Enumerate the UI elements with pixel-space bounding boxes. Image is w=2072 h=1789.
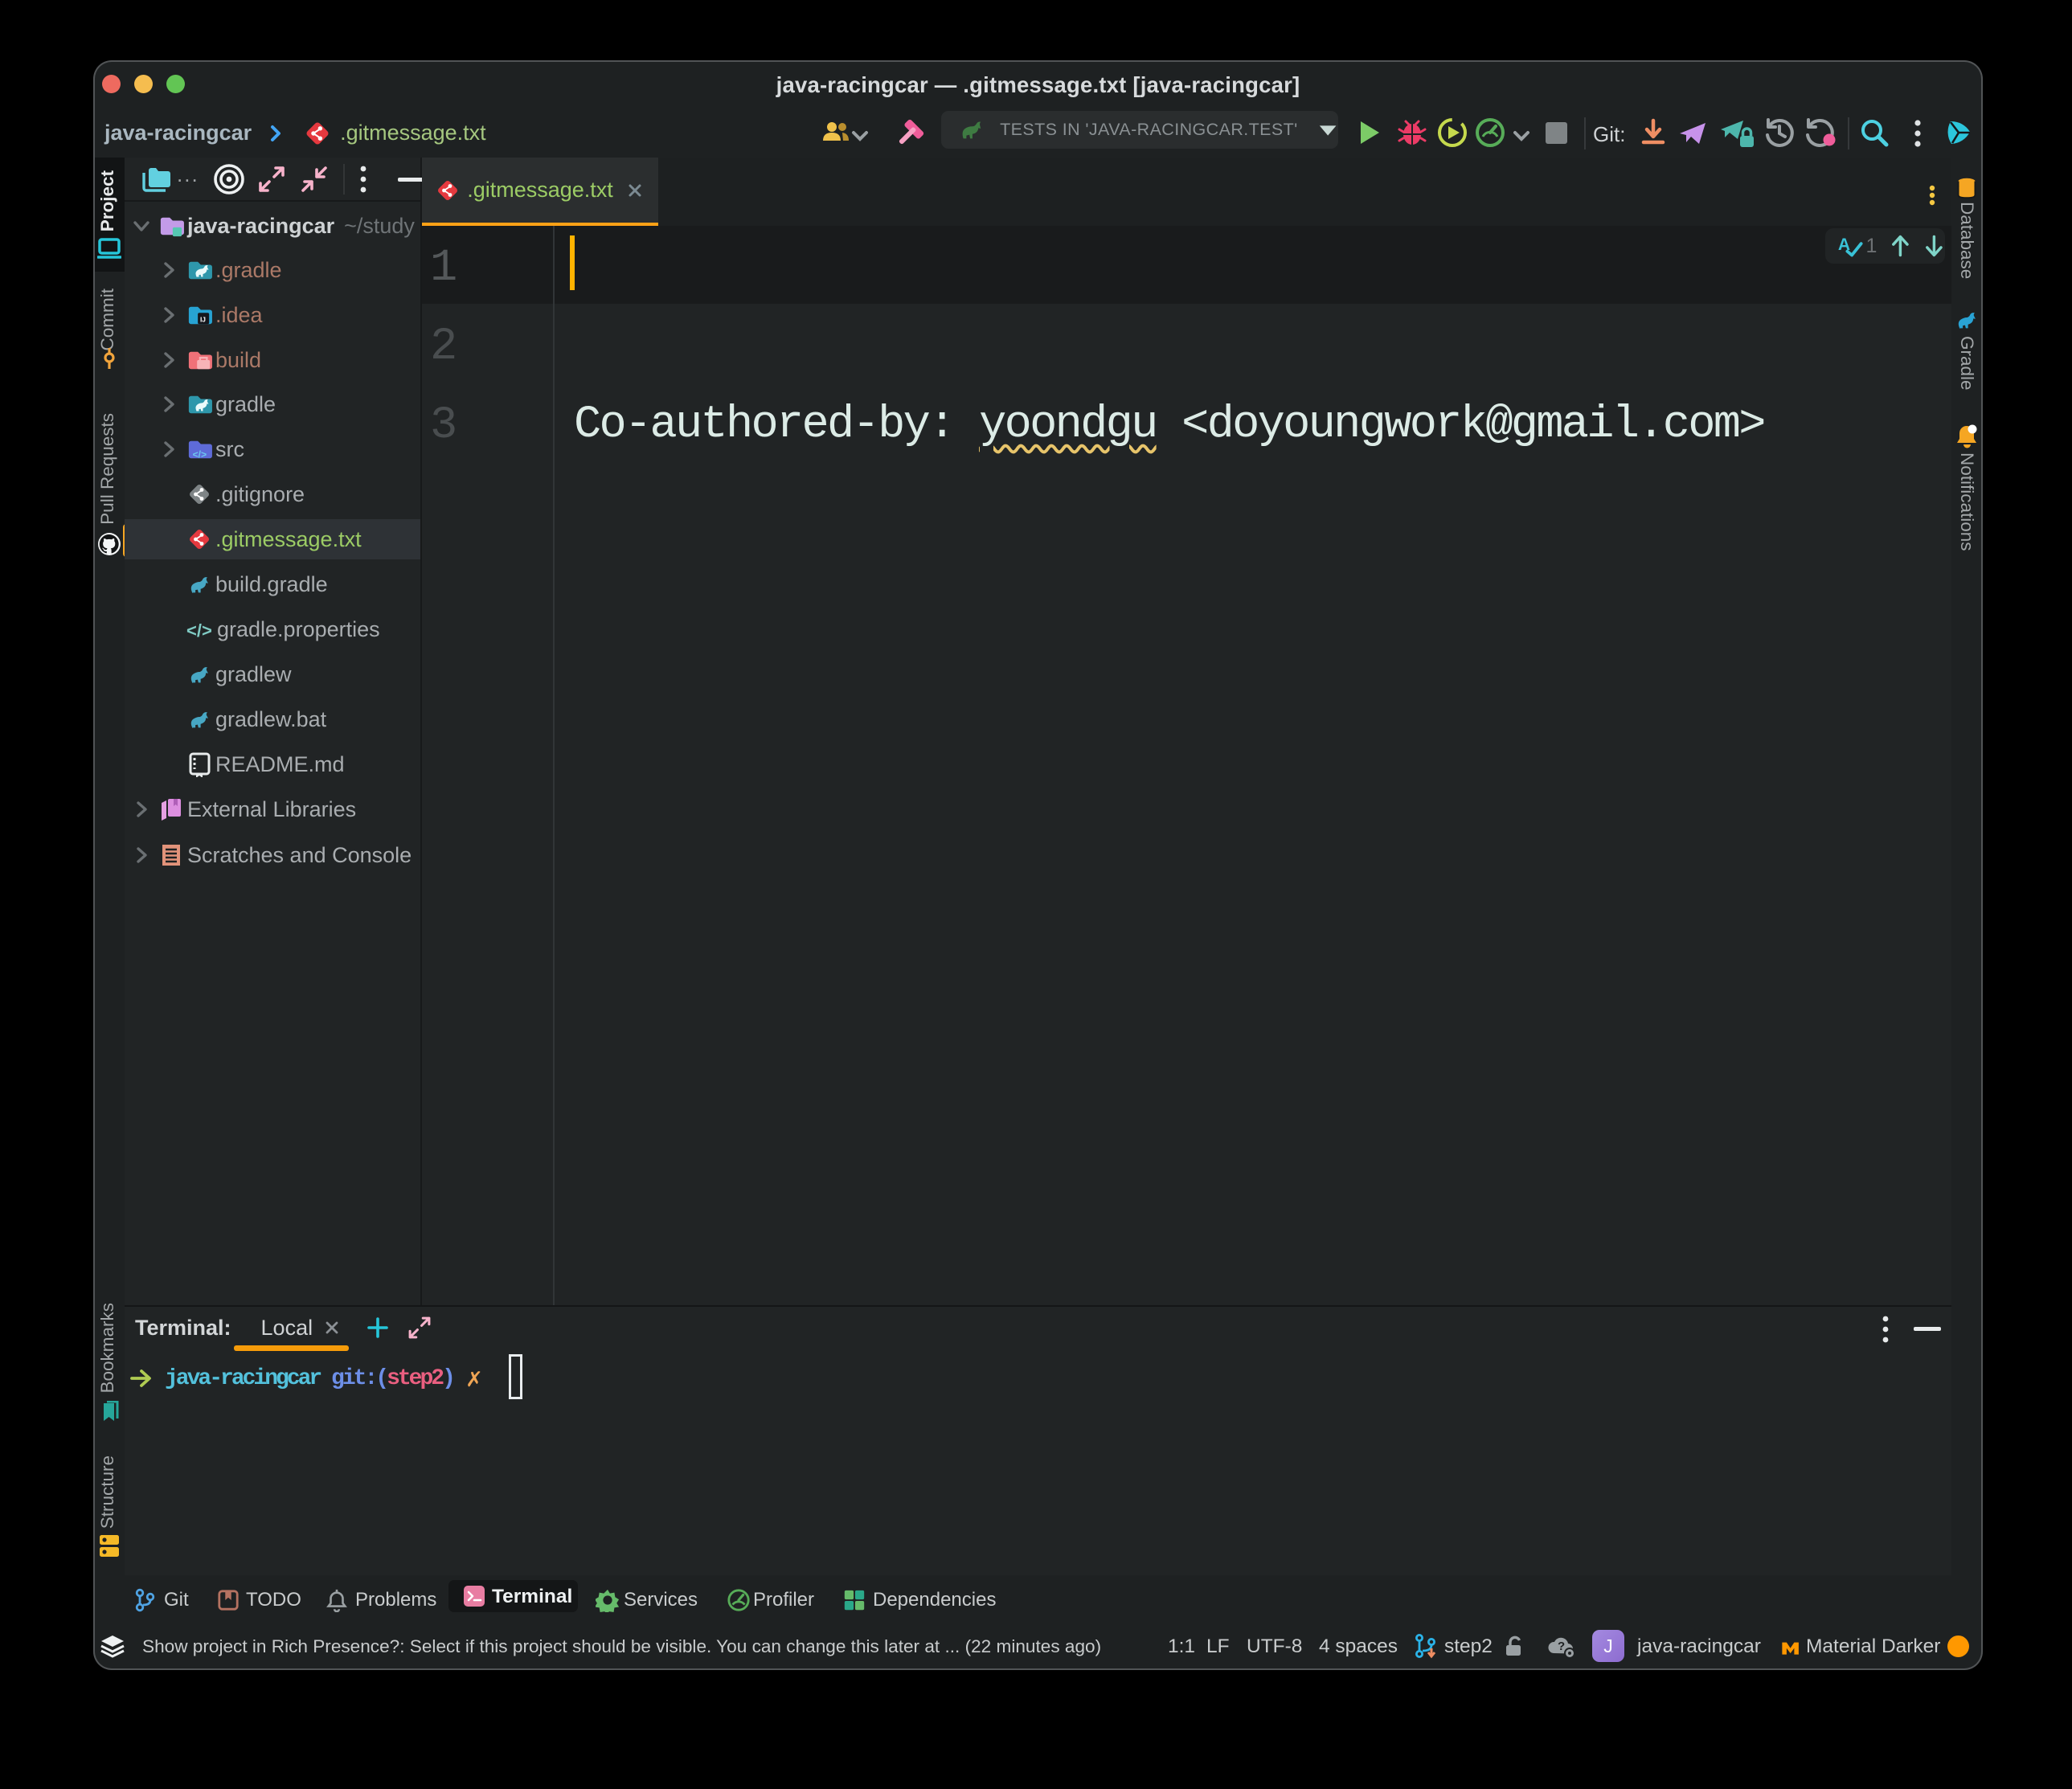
svg-text:IJ: IJ (200, 315, 206, 323)
svg-text:</>: </> (186, 620, 212, 641)
svg-text:?: ? (1558, 1640, 1565, 1653)
svg-text:</>: </> (193, 448, 207, 460)
